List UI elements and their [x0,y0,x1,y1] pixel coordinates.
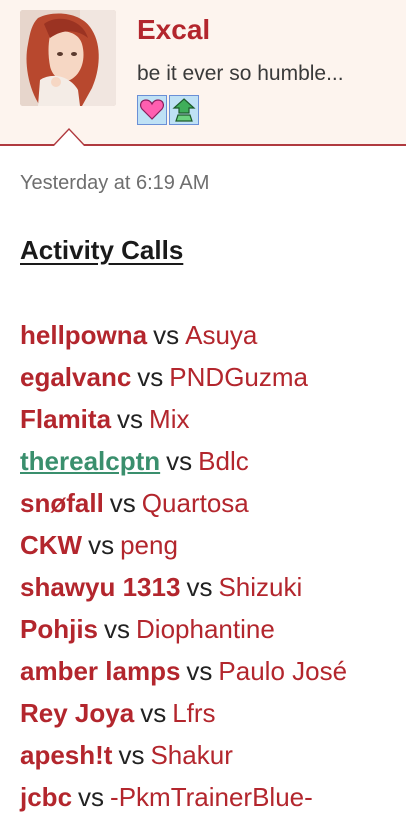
player-a-link[interactable]: apesh!t [20,740,112,770]
match-row: therealcptn vs Bdlc [20,444,347,486]
player-b-link[interactable]: Shizuki [218,572,302,602]
player-a-link[interactable]: shawyu 1313 [20,572,180,602]
avatar-image [20,10,116,106]
match-row: Pohjis vs Diophantine [20,612,347,654]
player-b-link[interactable]: Mix [149,404,189,434]
match-row: shawyu 1313 vs Shizuki [20,570,347,612]
vs-label: vs [118,740,145,770]
vs-label: vs [109,488,136,518]
vs-label: vs [166,446,193,476]
match-row: apesh!t vs Shakur [20,738,347,780]
player-a-link[interactable]: jcbc [20,782,72,812]
vs-label: vs [78,782,105,812]
user-badges [137,95,199,125]
player-b-link[interactable]: Bdlc [198,446,249,476]
vs-label: vs [104,614,131,644]
player-a-link[interactable]: snøfall [20,488,104,518]
player-b-link[interactable]: Shakur [150,740,232,770]
player-a-link[interactable]: therealcptn [20,446,160,476]
vs-label: vs [137,362,164,392]
post-user-header: Excal be it ever so humble... [0,0,406,146]
match-list: hellpowna vs Asuya egalvanc vs PNDGuzma Flam… [20,318,347,822]
player-a-link[interactable]: Rey Joya [20,698,134,728]
player-a-link[interactable]: CKW [20,530,82,560]
match-row: jcbc vs -PkmTrainerBlue- [20,780,347,822]
vs-label: vs [186,572,213,602]
match-row: hellpowna vs Asuya [20,318,347,360]
match-row: egalvanc vs PNDGuzma [20,360,347,402]
player-b-link[interactable]: PNDGuzma [169,362,308,392]
username-link[interactable]: Excal [137,14,210,46]
match-row: Rey Joya vs Lfrs [20,696,347,738]
player-b-link[interactable]: Lfrs [172,698,215,728]
user-avatar[interactable] [20,10,116,106]
player-a-link[interactable]: amber lamps [20,656,180,686]
post-timestamp[interactable]: Yesterday at 6:19 AM [20,172,209,195]
player-a-link[interactable]: egalvanc [20,362,131,392]
player-b-link[interactable]: -PkmTrainerBlue- [110,782,313,812]
vs-label: vs [186,656,213,686]
player-a-link[interactable]: Flamita [20,404,111,434]
player-b-link[interactable]: Quartosa [142,488,249,518]
player-b-link[interactable]: Diophantine [136,614,275,644]
vs-label: vs [140,698,167,728]
match-row: amber lamps vs Paulo José [20,654,347,696]
match-row: CKW vs peng [20,528,347,570]
post-heading: Activity Calls [20,235,184,265]
player-a-link[interactable]: Pohjis [20,614,98,644]
match-row: snøfall vs Quartosa [20,486,347,528]
player-b-link[interactable]: Paulo José [218,656,347,686]
player-b-link[interactable]: Asuya [185,320,257,350]
vs-label: vs [88,530,115,560]
vs-label: vs [153,320,180,350]
player-b-link[interactable]: peng [120,530,178,560]
vs-label: vs [117,404,144,434]
match-row: Flamita vs Mix [20,402,347,444]
user-title: be it ever so humble... [137,62,344,85]
heart-badge-icon[interactable] [137,95,167,125]
pokeball-badge-icon[interactable] [169,95,199,125]
player-a-link[interactable]: hellpowna [20,320,147,350]
